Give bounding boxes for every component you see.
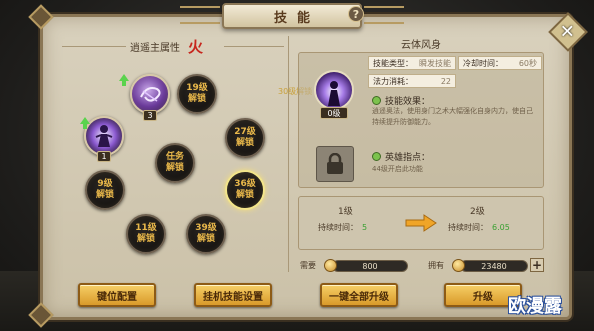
key-config-button[interactable]: 键位配置 (78, 283, 156, 307)
next-duration-label: 持续时间： (448, 223, 488, 232)
skill-effect-description: 逍遥奥法，使用身门之术大幅强化自身内力，使自己持续提升防御能力。 (372, 107, 533, 126)
coin-icon (452, 259, 465, 272)
hero-tip-heading: 英雄指点： (372, 150, 430, 163)
mana-cost-cell: 法力消耗： 22 (368, 74, 456, 88)
cooldown-value: 60秒 (518, 58, 537, 68)
locked-skill-node[interactable]: 27级 解锁 (225, 118, 265, 158)
swirl-icon (140, 87, 161, 102)
upgrade-arrow-stem (122, 81, 126, 86)
silhouette-icon (328, 81, 340, 106)
skill-name: 云体风身 (401, 40, 441, 51)
upgrade-arrow-icon (119, 74, 129, 81)
next-duration-value: 6.05 (492, 223, 510, 232)
next-duration: 持续时间： 6.05 (448, 222, 510, 233)
mana-cost-label: 法力消耗： (373, 76, 413, 86)
skill-node-a-level: 3 (143, 110, 157, 121)
add-currency-button[interactable]: + (530, 258, 544, 272)
skill-type-value: 瞬发技能 (419, 58, 451, 68)
hero-tip-description: 44级开启此功能 (372, 165, 423, 173)
panel-divider (288, 36, 289, 272)
current-level-title: 1级 (338, 207, 353, 217)
upgrade-arrow-stem (83, 124, 87, 129)
current-duration: 持续时间： 5 (318, 222, 367, 233)
main-attribute-row: 逍遥主属性 火 (130, 36, 203, 57)
mana-cost-value: 22 (440, 76, 451, 86)
selected-skill-node[interactable]: 36级 解锁 (225, 170, 265, 210)
title-wing-right (364, 6, 404, 24)
have-bar: 23480 (460, 260, 528, 272)
close-icon: ✕ (560, 21, 576, 43)
attr-divider-right (224, 46, 284, 47)
title-wing-left (180, 6, 220, 24)
hero-tip-lock (316, 146, 354, 182)
figure-icon (95, 125, 113, 147)
upgrade-arrow-icon (80, 117, 90, 124)
current-duration-value: 5 (362, 223, 368, 232)
watermark-text: 欧漫露 (508, 296, 562, 317)
cooldown-label: 冷却时间： (463, 58, 503, 68)
skill-level-badge: 0级 (320, 107, 348, 119)
skill-node-b[interactable] (84, 116, 124, 156)
cooldown-cell: 冷却时间： 60秒 (458, 56, 542, 70)
attr-divider-left (62, 46, 126, 47)
coin-icon (324, 259, 337, 272)
auto-skill-settings-button[interactable]: 挂机技能设置 (194, 283, 272, 307)
lock-icon (327, 153, 343, 174)
need-bar: 800 (332, 260, 408, 272)
skill-node-a[interactable] (130, 74, 170, 114)
effect-dot-icon (372, 96, 381, 105)
need-label: 需要 (300, 261, 316, 270)
task-skill-node[interactable]: 任务 解锁 (155, 143, 195, 183)
skill-type-cell: 技能类型： 瞬发技能 (368, 56, 456, 70)
main-attribute-value: 火 (188, 38, 204, 56)
hero-tip-title: 英雄指点： (385, 153, 431, 163)
window-title-plate: 技能 (222, 3, 362, 29)
hero-dot-icon (372, 152, 381, 161)
locked-skill-node[interactable]: 19级 解锁 (177, 74, 217, 114)
window-title: 技能 (273, 10, 320, 26)
next-level-title: 2级 (470, 207, 485, 217)
have-label: 拥有 (428, 261, 444, 270)
skill-type-label: 技能类型： (373, 58, 413, 68)
current-duration-label: 持续时间： (318, 223, 358, 232)
skill-node-b-level: 1 (97, 151, 111, 162)
locked-skill-node[interactable]: 39级 解锁 (186, 214, 226, 254)
main-attribute-label: 逍遥主属性 (130, 43, 180, 54)
upgrade-all-button[interactable]: 一键全部升级 (320, 283, 398, 307)
locked-skill-node[interactable]: 11级 解锁 (126, 214, 166, 254)
arrow-right-icon (405, 214, 437, 232)
selected-skill-icon (314, 70, 354, 110)
locked-skill-node[interactable]: 9级 解锁 (85, 170, 125, 210)
help-icon[interactable]: ? (348, 6, 364, 22)
